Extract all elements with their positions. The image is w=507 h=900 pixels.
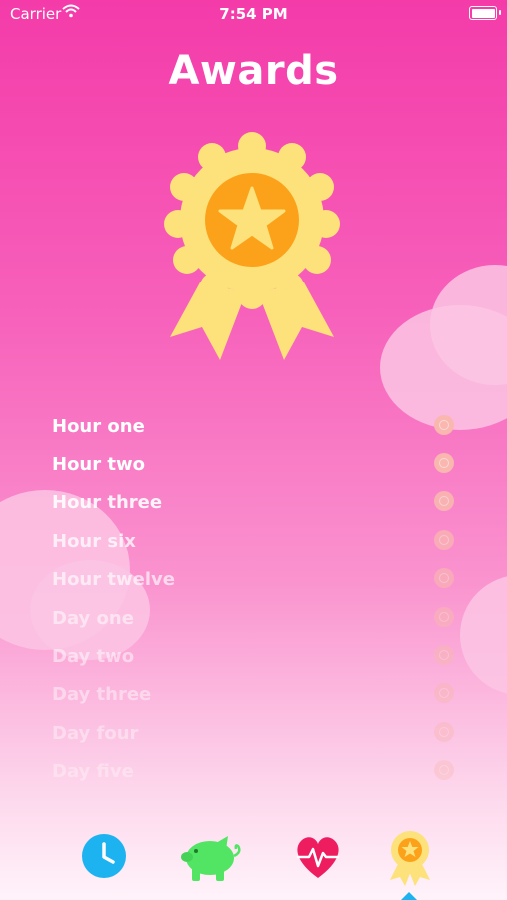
award-row-day-four[interactable]: Day four bbox=[0, 713, 507, 751]
tab-savings[interactable] bbox=[180, 826, 246, 886]
award-status-icon bbox=[434, 607, 454, 627]
award-status-icon bbox=[434, 530, 454, 550]
award-status-icon bbox=[434, 453, 454, 473]
heart-pulse-icon bbox=[296, 837, 340, 878]
page-title: Awards bbox=[168, 48, 339, 94]
award-status-icon bbox=[434, 491, 454, 511]
award-status-icon bbox=[434, 760, 454, 780]
piggy-bank-icon bbox=[181, 836, 241, 881]
battery-cap bbox=[499, 10, 501, 15]
battery-icon bbox=[469, 6, 497, 20]
award-row-hour-one[interactable]: Hour one bbox=[0, 406, 507, 444]
award-row-hour-six[interactable]: Hour six bbox=[0, 521, 507, 559]
award-row-hour-two[interactable]: Hour two bbox=[0, 444, 507, 482]
award-status-icon bbox=[434, 568, 454, 588]
award-row-day-one[interactable]: Day one bbox=[0, 598, 507, 636]
award-label: Hour one bbox=[52, 416, 145, 437]
tab-health[interactable] bbox=[288, 826, 348, 886]
award-row-hour-twelve[interactable]: Hour twelve bbox=[0, 559, 507, 597]
status-time: 7:54 PM bbox=[219, 5, 288, 23]
award-label: Day four bbox=[52, 723, 139, 744]
award-status-icon bbox=[434, 722, 454, 742]
award-label: Hour three bbox=[52, 492, 163, 513]
award-label: Day three bbox=[52, 684, 152, 705]
award-medal-illustration bbox=[162, 132, 342, 364]
clock-icon bbox=[82, 834, 126, 878]
award-label: Day two bbox=[52, 646, 135, 667]
tab-awards[interactable] bbox=[380, 826, 440, 886]
award-label: Day five bbox=[52, 761, 134, 782]
award-row-day-five[interactable]: Day five bbox=[0, 751, 507, 789]
status-bar: Carrier 7:54 PM bbox=[0, 0, 507, 28]
award-row-hour-three[interactable]: Hour three bbox=[0, 482, 507, 520]
tab-bar bbox=[0, 812, 507, 900]
award-medal-icon bbox=[390, 831, 430, 886]
award-label: Hour twelve bbox=[52, 569, 175, 590]
award-label: Hour two bbox=[52, 454, 145, 475]
award-status-icon bbox=[434, 645, 454, 665]
award-row-day-three[interactable]: Day three bbox=[0, 674, 507, 712]
awards-list[interactable]: Hour one Hour two Hour three Hour six Ho… bbox=[0, 406, 507, 802]
award-status-icon bbox=[434, 683, 454, 703]
award-row-day-two[interactable]: Day two bbox=[0, 636, 507, 674]
awards-screen: Carrier 7:54 PM Awards Hour one Hour two… bbox=[0, 0, 507, 900]
award-status-icon bbox=[434, 415, 454, 435]
award-label: Day one bbox=[52, 608, 134, 629]
selected-tab-indicator bbox=[400, 892, 418, 900]
tab-timer[interactable] bbox=[74, 826, 134, 886]
award-label: Hour six bbox=[52, 531, 136, 552]
